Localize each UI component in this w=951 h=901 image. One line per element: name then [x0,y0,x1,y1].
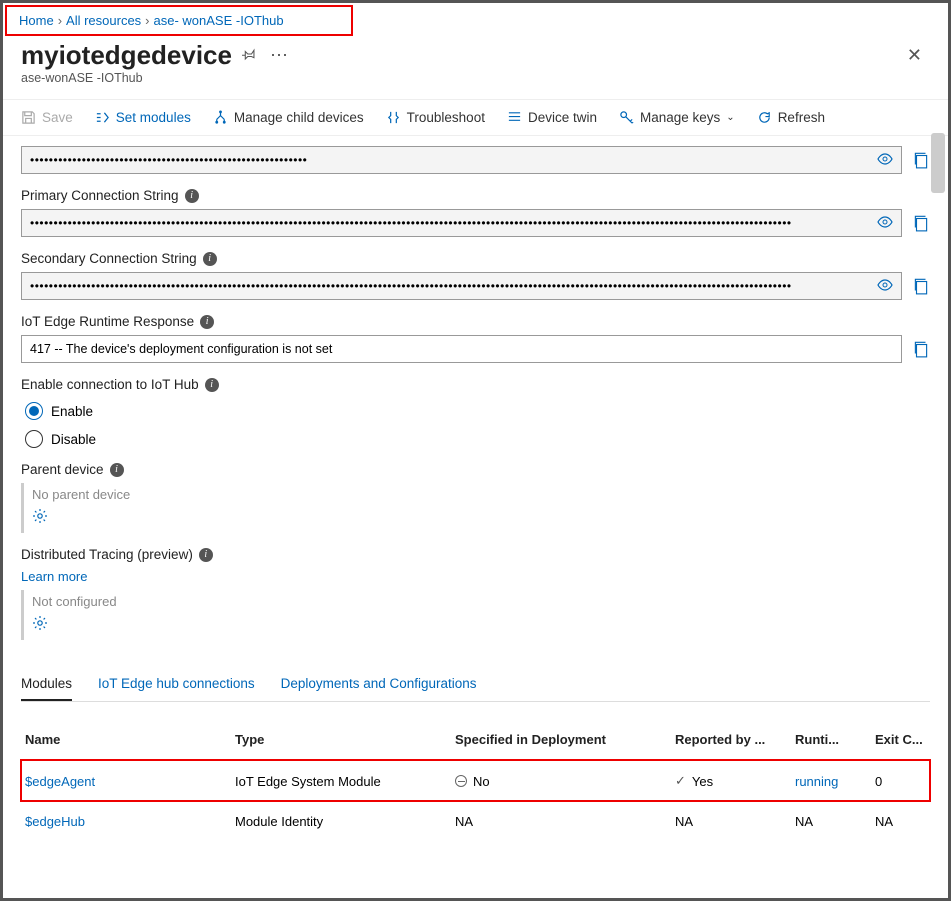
reveal-icon[interactable] [877,278,893,295]
module-name-link[interactable]: $edgeAgent [25,774,235,789]
breadcrumb-all-resources[interactable]: All resources [66,13,141,28]
learn-more-link[interactable]: Learn more [21,569,87,584]
breadcrumb-home[interactable]: Home [19,13,54,28]
info-icon[interactable]: i [110,463,124,477]
scrollbar[interactable] [931,133,945,193]
toolbar: Save Set modules Manage child devices Tr… [3,99,948,136]
module-type: Module Identity [235,814,455,829]
tab-modules[interactable]: Modules [21,668,72,701]
module-type: IoT Edge System Module [235,774,455,789]
secondary-connection-label: Secondary Connection String i [21,251,930,266]
save-button: Save [21,110,73,125]
copy-icon[interactable] [912,277,930,295]
info-icon[interactable]: i [203,252,217,266]
table-header: Name Type Specified in Deployment Report… [21,720,930,760]
module-runtime: NA [795,814,875,829]
runtime-response-label: IoT Edge Runtime Response i [21,314,930,329]
chevron-right-icon: › [145,13,149,28]
runtime-response-field[interactable]: 417 -- The device's deployment configura… [21,335,902,363]
gear-icon[interactable] [32,615,48,636]
secondary-key-field[interactable]: ••••••••••••••••••••••••••••••••••••••••… [21,146,902,174]
masked-value: ••••••••••••••••••••••••••••••••••••••••… [30,216,871,230]
col-name[interactable]: Name [25,732,235,747]
module-reported: ✓Yes [675,773,795,789]
primary-connection-label: Primary Connection String i [21,188,930,203]
col-specified[interactable]: Specified in Deployment [455,732,675,747]
more-icon[interactable]: ⋯ [270,45,288,66]
device-twin-button[interactable]: Device twin [507,110,597,125]
info-icon[interactable]: i [200,315,214,329]
no-parent-text: No parent device [32,487,930,502]
tab-deployments[interactable]: Deployments and Configurations [281,668,477,701]
radio-disable[interactable]: Disable [25,430,930,448]
breadcrumb-resource[interactable]: ase- wonASE -IOThub [154,13,284,28]
info-icon[interactable]: i [185,189,199,203]
manage-keys-button[interactable]: Manage keys ⌄ [619,110,735,125]
page-subtitle: ase-wonASE -IOThub [3,71,948,99]
info-icon[interactable]: i [205,378,219,392]
reveal-icon[interactable] [877,152,893,169]
radio-enable[interactable]: Enable [25,402,930,420]
manage-child-devices-button[interactable]: Manage child devices [213,110,364,125]
parent-device-label: Parent device i [21,462,930,477]
chevron-right-icon: › [58,13,62,28]
module-runtime[interactable]: running [795,774,875,789]
info-icon[interactable]: i [199,548,213,562]
masked-value: ••••••••••••••••••••••••••••••••••••••••… [30,279,871,293]
pin-icon[interactable] [242,47,256,65]
col-runtime[interactable]: Runti... [795,732,875,747]
copy-icon[interactable] [912,214,930,232]
module-reported: NA [675,814,795,829]
table-row[interactable]: $edgeAgentIoT Edge System ModuleNo✓Yesru… [21,760,930,801]
col-type[interactable]: Type [235,732,455,747]
content-area: ••••••••••••••••••••••••••••••••••••••••… [3,136,948,896]
module-exit: NA [875,814,935,829]
troubleshoot-button[interactable]: Troubleshoot [386,110,485,125]
enable-connection-label: Enable connection to IoT Hub i [21,377,930,392]
set-modules-button[interactable]: Set modules [95,110,191,125]
masked-value: ••••••••••••••••••••••••••••••••••••••••… [30,153,871,167]
close-icon[interactable]: ✕ [907,45,922,66]
not-configured-text: Not configured [32,594,930,609]
reveal-icon[interactable] [877,215,893,232]
distributed-tracing-label: Distributed Tracing (preview) i [21,547,930,562]
gear-icon[interactable] [32,508,48,529]
col-reported[interactable]: Reported by ... [675,732,795,747]
primary-connection-field[interactable]: ••••••••••••••••••••••••••••••••••••••••… [21,209,902,237]
copy-icon[interactable] [912,340,930,358]
chevron-down-icon: ⌄ [726,112,734,123]
module-specified: NA [455,814,675,829]
module-specified: No [455,774,675,789]
module-exit: 0 [875,774,935,789]
breadcrumb: Home › All resources › ase- wonASE -IOTh… [5,5,353,36]
module-name-link[interactable]: $edgeHub [25,814,235,829]
modules-table: Name Type Specified in Deployment Report… [21,720,930,841]
col-exit[interactable]: Exit C... [875,732,935,747]
refresh-button[interactable]: Refresh [757,110,825,125]
tab-hub-connections[interactable]: IoT Edge hub connections [98,668,255,701]
secondary-connection-field[interactable]: ••••••••••••••••••••••••••••••••••••••••… [21,272,902,300]
table-row[interactable]: $edgeHubModule IdentityNANANANA [21,801,930,841]
copy-icon[interactable] [912,151,930,169]
page-title: myiotedgedevice [21,40,232,71]
tabs: Modules IoT Edge hub connections Deploym… [21,668,930,702]
